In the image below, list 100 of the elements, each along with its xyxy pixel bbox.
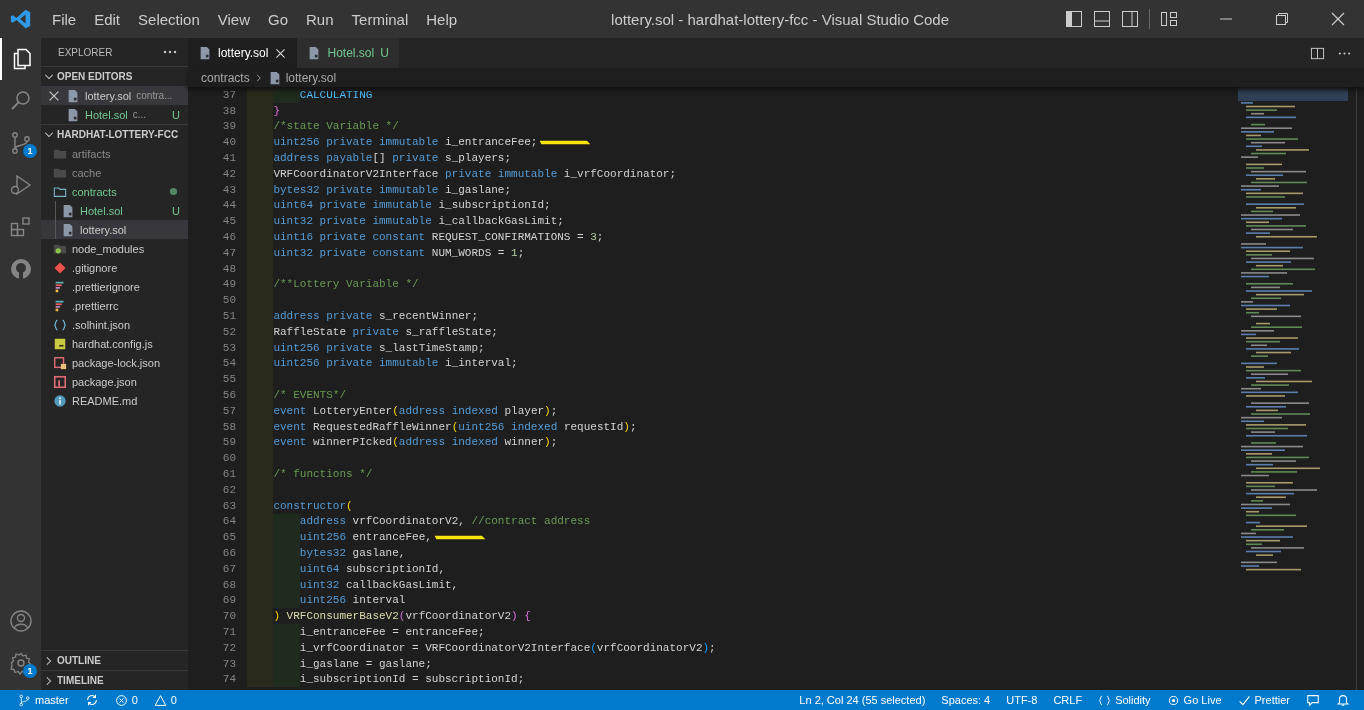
line-number: 71 (221, 626, 236, 638)
file-tree-item[interactable]: hardhat.config.js (41, 334, 188, 353)
file-tree-item[interactable]: Hotel.sol U (41, 201, 188, 220)
line-number: 65 (221, 531, 236, 544)
open-editor-item[interactable]: lottery.sol contra... (41, 86, 188, 105)
toggle-sidebar-icon[interactable] (1065, 10, 1083, 28)
code-line: /* functions */ (273, 468, 373, 480)
code-line: RaffleState private s_raffleState; (273, 325, 498, 338)
indent-guide (273, 87, 300, 103)
line-number: 51 (221, 310, 236, 323)
document-icon (61, 203, 75, 218)
code-line: i_gaslane = gaslane; (299, 657, 432, 670)
line-number: 39 (221, 120, 236, 133)
bell-icon (1336, 693, 1350, 707)
broadcast-icon (1166, 693, 1180, 707)
editor-tab[interactable]: Hotel.sol U (297, 38, 399, 68)
menu-item[interactable]: Go (260, 6, 296, 32)
code-line: uint256 private s_lastTimeStamp; (273, 341, 485, 354)
editor-tab[interactable]: lottery.sol (188, 38, 298, 68)
go-live-button[interactable]: Go Live (1158, 693, 1230, 707)
error-count[interactable]: 0 (106, 693, 146, 707)
file-tree-item[interactable]: artifacts (41, 144, 188, 163)
run-debug-icon[interactable] (8, 173, 33, 197)
bars-icon (53, 279, 67, 294)
code-line: address vrfCoordinatorV2, //contract address (299, 515, 591, 528)
breadcrumb-item[interactable]: contracts (201, 70, 250, 85)
file-tree-item[interactable]: cache (41, 163, 188, 182)
menu-item[interactable]: Selection (130, 6, 208, 32)
branch-indicator[interactable]: master (10, 693, 77, 707)
warning-count[interactable]: 0 (145, 693, 185, 707)
code-line: ) VRFConsumerBaseV2(vrfCoordinatorV2) { (273, 610, 531, 623)
document-icon (66, 88, 80, 103)
menu-item[interactable]: Edit (86, 6, 129, 32)
menu-item[interactable]: View (209, 6, 258, 32)
code-line: i_vrfCoordinator = VRFCoordinatorV2Interface(vrfCoordinatorV2); (299, 641, 716, 654)
line-number: 72 (221, 641, 236, 654)
line-number: 49 (221, 278, 236, 291)
line-number: 47 (221, 246, 236, 259)
account-icon[interactable] (8, 609, 33, 633)
split-editor-icon[interactable] (1310, 45, 1325, 61)
file-tree-item[interactable]: .prettierrc (41, 296, 188, 315)
language-mode[interactable]: Solidity (1090, 693, 1159, 707)
branch-icon (18, 693, 31, 707)
open-folder-icon (53, 184, 67, 199)
code-line: uint256 entranceFee, (299, 531, 432, 544)
notification-badge: 1 (23, 144, 37, 158)
line-number: 45 (221, 215, 236, 228)
file-tree-item[interactable]: contracts (41, 182, 188, 201)
status-item[interactable]: CRLF (1045, 694, 1091, 706)
line-number: 69 (221, 594, 236, 607)
prettier-status[interactable]: Prettier (1229, 693, 1298, 707)
line-number: 61 (221, 468, 236, 480)
open-editor-item[interactable]: Hotel.sol c... U (41, 105, 188, 124)
code-line: /**Lottery Variable */ (273, 278, 419, 291)
script-icon (53, 336, 67, 351)
code-line: /* EVENTS*/ (273, 389, 346, 402)
toggle-secondary-sidebar-icon[interactable] (1121, 10, 1139, 28)
line-number: 63 (221, 499, 236, 512)
code-line: uint64 subscriptionId, (299, 562, 446, 575)
line-number: 56 (221, 389, 236, 402)
line-number: 48 (221, 262, 236, 275)
warning-icon (153, 693, 167, 707)
line-number: 64 (221, 515, 236, 528)
close-icon[interactable] (274, 46, 288, 60)
menu-item[interactable]: Run (298, 6, 342, 32)
close-icon[interactable] (1330, 11, 1346, 27)
code-line: CALCULATING (299, 88, 373, 101)
error-icon (114, 693, 128, 707)
line-number: 44 (221, 199, 236, 212)
file-tree-item[interactable]: README.md (41, 391, 188, 410)
file-tree-item[interactable]: .gitignore (41, 258, 188, 277)
menu-item[interactable]: Terminal (343, 6, 417, 32)
file-tree-item[interactable]: lottery.sol (41, 220, 188, 239)
file-tree-item[interactable]: node_modules (41, 239, 188, 258)
file-tree-item[interactable]: .solhint.json (41, 315, 188, 334)
breadcrumb-item[interactable]: lottery.sol (285, 70, 337, 85)
extensions-icon[interactable] (8, 215, 33, 239)
status-item[interactable]: UTF-8 (998, 694, 1046, 706)
document-icon (61, 222, 75, 237)
section-header[interactable]: OUTLINE (41, 650, 188, 670)
file-tree-item[interactable]: .prettierignore (41, 277, 188, 296)
lock-file-icon (53, 355, 67, 370)
sidebar-title: EXPLORER (58, 46, 113, 58)
github-icon[interactable] (8, 257, 33, 281)
code-line: uint32 private constant NUM_WORDS = 1; (273, 246, 525, 259)
status-item[interactable]: Spaces: 4 (933, 694, 999, 706)
section-header[interactable]: HARDHAT-LOTTERY-FCC (41, 124, 188, 144)
status-item[interactable]: Ln 2, Col 24 (55 selected) (791, 694, 934, 706)
bars-icon (53, 298, 67, 313)
toggle-panel-icon[interactable] (1093, 10, 1111, 28)
file-tree-item[interactable]: package-lock.json (41, 353, 188, 372)
file-tree-item[interactable]: package.json (41, 372, 188, 391)
line-number: 62 (221, 483, 236, 496)
layout-icon[interactable] (1160, 10, 1178, 28)
settings-icon[interactable] (8, 651, 33, 675)
menu-item[interactable]: File (44, 6, 85, 32)
line-number: 54 (221, 357, 236, 370)
line-number: 52 (221, 325, 236, 338)
restore-icon[interactable] (1274, 11, 1290, 27)
menu-item[interactable]: Help (418, 6, 466, 32)
